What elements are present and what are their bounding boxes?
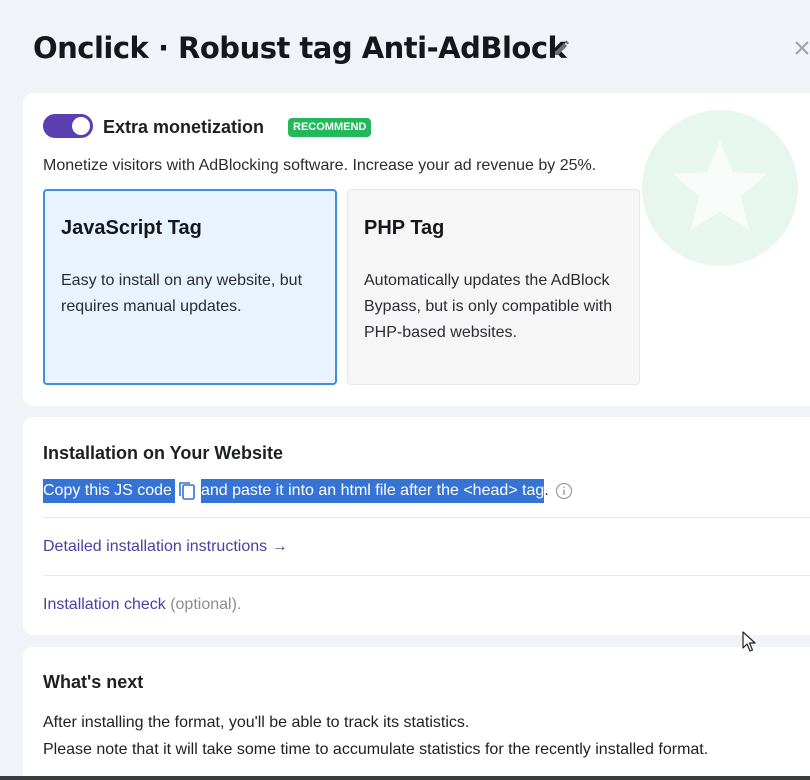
page-title: Onclick · Robust tag Anti-AdBlock [33,31,567,65]
installation-check-row: Installation check (optional). [43,596,241,614]
extra-monetization-toggle[interactable] [43,114,93,138]
close-icon[interactable] [794,40,810,56]
whats-next-line-2: Please note that it will take some time … [43,741,709,758]
php-tag-option[interactable]: PHP Tag Automatically updates the AdBloc… [347,189,640,385]
whats-next-card: What's next After installing the format,… [23,647,810,780]
copy-code-link[interactable]: Copy this JS code [43,479,172,503]
instructions-row: Detailed installation instructions → [43,538,288,556]
star-icon [642,110,798,266]
copy-instruction-period: . [544,482,549,499]
option-description: Automatically updates the AdBlock Bypass… [364,272,613,341]
javascript-tag-option[interactable]: JavaScript Tag Easy to install on any we… [43,189,337,385]
monetization-description: Monetize visitors with AdBlocking softwa… [43,157,597,174]
option-description: Easy to install on any website, but requ… [61,272,303,315]
whats-next-title: What's next [43,672,144,692]
monetization-card: Extra monetization RECOMMEND Monetize vi… [23,93,810,406]
installation-card: Installation on Your Website Copy this J… [23,417,810,635]
divider [43,517,810,518]
option-title: JavaScript Tag [61,217,202,239]
whats-next-text: After installing the format, you'll be a… [43,709,708,763]
info-icon[interactable] [555,479,573,503]
detailed-instructions-link[interactable]: Detailed installation instructions → [43,538,288,555]
mouse-cursor-icon [742,631,756,652]
copy-instructions: Copy this JS code and paste it into an h… [43,479,573,503]
recommend-badge: RECOMMEND [288,118,372,137]
bottom-bar [0,776,810,780]
copy-instruction-text-end: g [535,479,545,503]
installation-title: Installation on Your Website [43,443,284,463]
modal: Onclick · Robust tag Anti-AdBlock Extra … [0,0,810,780]
whats-next-line-1: After installing the format, you'll be a… [43,714,470,731]
installation-check-link[interactable]: Installation check [43,596,166,613]
option-title: PHP Tag [364,217,445,239]
copy-icon[interactable] [175,479,197,503]
copy-instruction-text: and paste it into an html file after the… [200,479,536,503]
optional-note: (optional). [170,596,242,613]
divider [43,575,810,576]
pencil-icon[interactable] [553,38,569,56]
toggle-knob [72,117,90,135]
extra-monetization-label: Extra monetization [103,117,265,137]
